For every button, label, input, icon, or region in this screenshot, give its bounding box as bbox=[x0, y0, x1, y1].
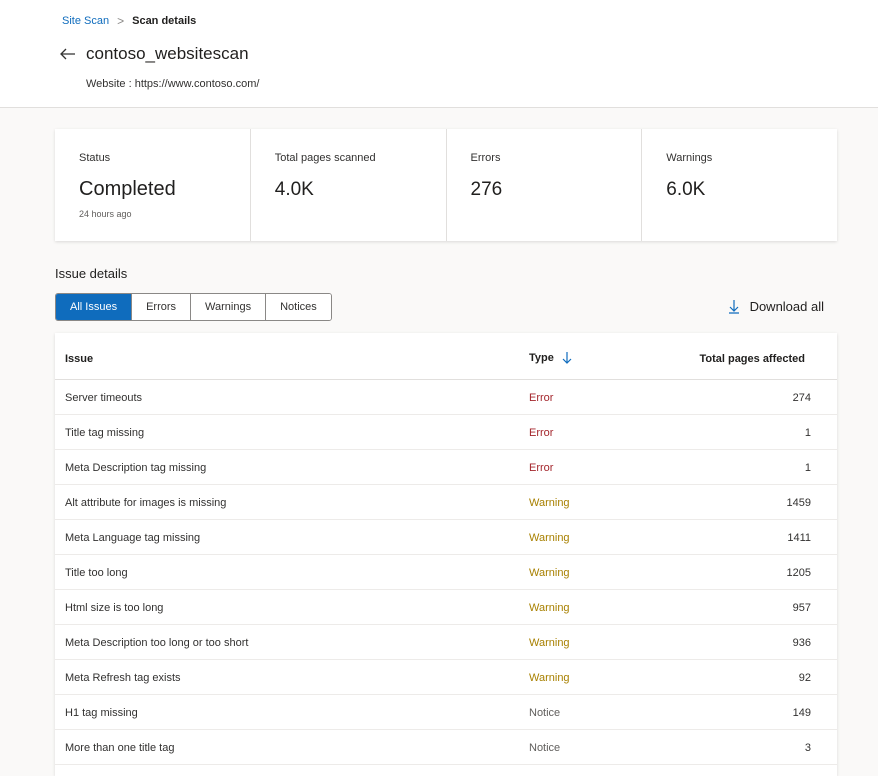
cell-pages-affected: 149 bbox=[792, 707, 811, 719]
table-header: Issue Type Total pages affected bbox=[55, 333, 837, 380]
arrow-left-icon[interactable] bbox=[60, 45, 78, 63]
issue-filter-group: All Issues Errors Warnings Notices bbox=[55, 293, 332, 321]
cell-issue-name: Server timeouts bbox=[65, 392, 143, 404]
breadcrumb-separator: > bbox=[117, 14, 125, 28]
stat-value: 276 bbox=[470, 179, 503, 200]
download-all-label: Download all bbox=[749, 298, 824, 314]
cell-pages-affected: 274 bbox=[792, 392, 811, 404]
cell-issue-type: Warning bbox=[529, 672, 570, 684]
table-row[interactable]: Alt attribute for images is missing Warni… bbox=[55, 485, 837, 520]
table-row[interactable]: Meta Language tag missing Warning 1411 bbox=[55, 520, 837, 555]
cell-issue-type: Error bbox=[529, 392, 554, 404]
filter-warnings[interactable]: Warnings bbox=[191, 294, 267, 320]
cell-issue-type: Warning bbox=[529, 497, 570, 509]
stat-label: Errors bbox=[470, 152, 501, 164]
cell-issue-name: Title too long bbox=[65, 567, 128, 579]
cell-pages-affected: 957 bbox=[792, 602, 811, 614]
breadcrumb-current: Scan details bbox=[132, 15, 197, 27]
table-row[interactable]: Meta Refresh tag exists Warning 92 bbox=[55, 660, 837, 695]
stat-errors: Errors 276 bbox=[447, 129, 643, 241]
cell-pages-affected: 92 bbox=[798, 672, 811, 684]
breadcrumb-site-scan-link[interactable]: Site Scan bbox=[62, 15, 109, 27]
table-row[interactable]: Meta Description too long or too short Wa… bbox=[55, 625, 837, 660]
download-all-button[interactable]: Download all bbox=[728, 298, 824, 314]
stat-status: Status Completed 24 hours ago bbox=[55, 129, 251, 241]
stat-value: Completed bbox=[79, 178, 176, 200]
column-header-type-label: Type bbox=[529, 352, 554, 364]
table-row[interactable]: Title too long Warning 1205 bbox=[55, 555, 837, 590]
table-row[interactable]: H1 tag missing Notice 149 bbox=[55, 695, 837, 730]
cell-issue-type: Warning bbox=[529, 532, 570, 544]
column-header-issue[interactable]: Issue bbox=[65, 353, 93, 365]
filter-all-issues[interactable]: All Issues bbox=[56, 294, 133, 320]
table-body: Server timeouts Error 274 Title tag missing… bbox=[55, 380, 837, 765]
issues-table: Issue Type Total pages affected Server t… bbox=[55, 333, 837, 776]
cell-issue-name: Meta Description tag missing bbox=[65, 462, 207, 474]
stat-value: 6.0K bbox=[666, 179, 706, 200]
title-row: contoso_websitescan bbox=[60, 44, 249, 64]
column-header-total-pages[interactable]: Total pages affected bbox=[699, 353, 805, 365]
cell-issue-name: Meta Refresh tag exists bbox=[65, 672, 181, 684]
cell-pages-affected: 1411 bbox=[787, 532, 811, 544]
table-row[interactable]: Server timeouts Error 274 bbox=[55, 380, 837, 415]
cell-issue-name: Meta Description too long or too short bbox=[65, 637, 249, 649]
cell-issue-type: Warning bbox=[529, 637, 570, 649]
arrow-down-icon bbox=[728, 298, 742, 314]
cell-issue-name: Html size is too long bbox=[65, 602, 164, 614]
cell-issue-name: Alt attribute for images is missing bbox=[65, 497, 227, 509]
cell-issue-name: H1 tag missing bbox=[65, 707, 138, 719]
stat-total-pages: Total pages scanned 4.0K bbox=[251, 129, 447, 241]
table-row[interactable]: Meta Description tag missing Error 1 bbox=[55, 450, 837, 485]
sort-down-icon bbox=[562, 351, 574, 365]
breadcrumb: Site Scan > Scan details bbox=[62, 14, 196, 28]
stat-timestamp: 24 hours ago bbox=[79, 209, 132, 219]
cell-pages-affected: 3 bbox=[804, 742, 811, 754]
cell-issue-type: Warning bbox=[529, 602, 570, 614]
scan-summary-card: Status Completed 24 hours ago Total page… bbox=[55, 129, 837, 241]
cell-issue-name: Title tag missing bbox=[65, 427, 145, 439]
stat-value: 4.0K bbox=[274, 179, 314, 200]
table-row[interactable]: More than one title tag Notice 3 bbox=[55, 730, 837, 765]
cell-issue-type: Error bbox=[529, 427, 554, 439]
table-row[interactable]: Html size is too long Warning 957 bbox=[55, 590, 837, 625]
cell-pages-affected: 1 bbox=[804, 462, 811, 474]
website-url: Website : https://www.contoso.com/ bbox=[86, 78, 260, 90]
stat-label: Status bbox=[79, 152, 111, 164]
cell-issue-name: Meta Language tag missing bbox=[65, 532, 201, 544]
column-header-type[interactable]: Type bbox=[529, 351, 574, 365]
cell-issue-type: Notice bbox=[529, 707, 561, 719]
cell-pages-affected: 1 bbox=[804, 427, 811, 439]
stat-warnings: Warnings 6.0K bbox=[642, 129, 837, 241]
issue-details-title: Issue details bbox=[55, 266, 128, 281]
cell-pages-affected: 936 bbox=[792, 637, 811, 649]
page-header: Site Scan > Scan details contoso_website… bbox=[0, 0, 878, 108]
cell-issue-type: Error bbox=[529, 462, 554, 474]
cell-issue-type: Notice bbox=[529, 742, 561, 754]
filter-notices[interactable]: Notices bbox=[266, 294, 331, 320]
page-title: contoso_websitescan bbox=[86, 44, 249, 63]
cell-pages-affected: 1205 bbox=[786, 567, 811, 579]
cell-issue-name: More than one title tag bbox=[65, 742, 175, 754]
cell-pages-affected: 1459 bbox=[786, 497, 811, 509]
table-row[interactable]: Title tag missing Error 1 bbox=[55, 415, 837, 450]
filter-errors[interactable]: Errors bbox=[132, 294, 192, 320]
cell-issue-type: Warning bbox=[529, 567, 570, 579]
stat-label: Total pages scanned bbox=[274, 152, 376, 164]
stat-label: Warnings bbox=[666, 152, 713, 164]
